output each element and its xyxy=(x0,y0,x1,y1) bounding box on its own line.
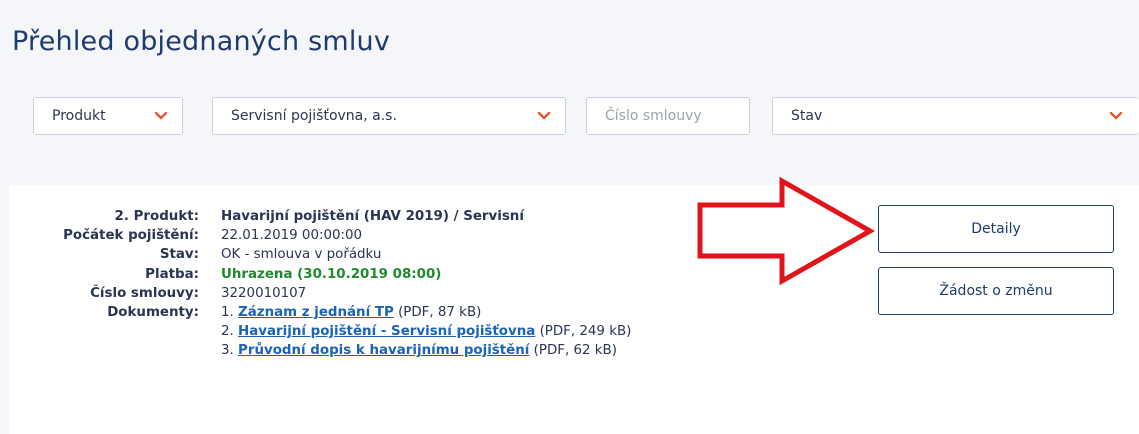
product-row: 2. Produkt: Havarijní pojištění (HAV 201… xyxy=(49,207,631,226)
product-filter-select[interactable]: Produkt xyxy=(33,97,183,135)
document-item: 1. Záznam z jednání TP (PDF, 87 kB) xyxy=(221,303,481,322)
product-value: Havarijní pojištění (HAV 2019) / Servisn… xyxy=(221,209,524,224)
contract-number-key: Číslo smlouvy: xyxy=(90,285,199,301)
documents-row: Dokumenty: 1. Záznam z jednání TP (PDF, … xyxy=(49,303,631,322)
start-value: 22.01.2019 00:00:00 xyxy=(221,228,363,244)
contract-number-row: Číslo smlouvy: 3220010107 xyxy=(49,284,631,303)
documents-key: Dokumenty: xyxy=(107,305,199,321)
insurer-filter-label: Servisní pojišťovna, a.s. xyxy=(231,108,397,124)
chevron-down-icon xyxy=(154,109,168,123)
details-button[interactable]: Detaily xyxy=(878,205,1114,253)
document-index: 1. xyxy=(221,305,234,321)
contract-number-value: 3220010107 xyxy=(221,285,307,301)
document-meta: (PDF, 87 kB) xyxy=(398,305,482,321)
document-link[interactable]: Průvodní dopis k havarijnímu pojištění xyxy=(238,343,529,358)
chevron-down-icon xyxy=(537,109,551,123)
document-meta: (PDF, 62 kB) xyxy=(533,343,617,359)
documents-row: 3. Průvodní dopis k havarijnímu pojištěn… xyxy=(49,341,631,360)
payment-row: Platba: Uhrazena (30.10.2019 08:00) xyxy=(49,265,631,284)
document-link[interactable]: Záznam z jednání TP xyxy=(238,305,394,320)
start-row: Počátek pojištění: 22.01.2019 00:00:00 xyxy=(49,226,631,245)
contract-details: 2. Produkt: Havarijní pojištění (HAV 201… xyxy=(49,207,631,361)
insurer-filter-select[interactable]: Servisní pojišťovna, a.s. xyxy=(212,97,566,135)
state-key: Stav: xyxy=(159,247,199,263)
page-title: Přehled objednaných smluv xyxy=(12,26,391,57)
contract-number-placeholder: Číslo smlouvy xyxy=(605,108,702,124)
payment-key: Platba: xyxy=(145,266,199,282)
contract-card: 2. Produkt: Havarijní pojištění (HAV 201… xyxy=(9,185,1139,434)
document-meta: (PDF, 249 kB) xyxy=(539,324,632,340)
documents-row: 2. Havarijní pojištění - Servisní pojišť… xyxy=(49,322,631,341)
status-filter-label: Stav xyxy=(791,108,823,124)
document-item: 3. Průvodní dopis k havarijnímu pojištěn… xyxy=(221,341,617,360)
state-value: OK - smlouva v pořádku xyxy=(221,247,382,263)
start-key: Počátek pojištění: xyxy=(63,228,199,244)
product-filter-label: Produkt xyxy=(52,108,106,124)
document-link[interactable]: Havarijní pojištění - Servisní pojišťovn… xyxy=(238,324,535,339)
change-request-button[interactable]: Žádost o změnu xyxy=(878,267,1114,315)
document-item: 2. Havarijní pojištění - Servisní pojišť… xyxy=(221,322,631,341)
state-row: Stav: OK - smlouva v pořádku xyxy=(49,245,631,264)
status-filter-select[interactable]: Stav xyxy=(772,97,1139,135)
document-index: 3. xyxy=(221,343,234,359)
payment-status: Uhrazena (30.10.2019 08:00) xyxy=(221,266,442,282)
product-key: 2. Produkt: xyxy=(114,209,199,224)
document-index: 2. xyxy=(221,324,234,340)
contract-number-input[interactable]: Číslo smlouvy xyxy=(586,97,750,135)
chevron-down-icon xyxy=(1109,109,1123,123)
